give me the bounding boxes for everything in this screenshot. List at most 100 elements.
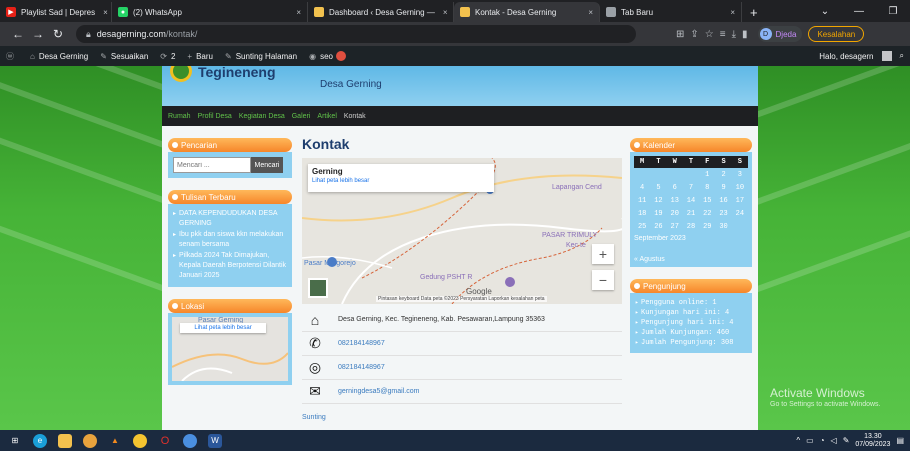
windows-taskbar: ⊞ e ▲ O W ^ ▭ ◔ ◁ ✎ 13.30 07/09/2023 ▤: [0, 430, 910, 451]
chevron-up-icon[interactable]: ^: [796, 436, 800, 445]
search-input[interactable]: [173, 157, 251, 173]
account-greeting[interactable]: Halo, desagern: [819, 52, 873, 61]
share-icon[interactable]: ⇪: [690, 29, 698, 40]
side-panel-icon[interactable]: ▮: [742, 29, 748, 40]
url-host: desagerning.com: [96, 29, 166, 39]
calendar-day: 30: [719, 222, 728, 231]
pen-icon[interactable]: ✎: [843, 436, 850, 445]
calendar-prev-link[interactable]: « Agustus: [634, 256, 748, 263]
calendar-weekday: M: [634, 156, 651, 168]
new-label: Baru: [196, 51, 213, 61]
satellite-toggle[interactable]: [308, 278, 328, 298]
calendar-day: 25: [637, 222, 647, 231]
right-sidebar: Kalender MTWTFSS 1 2 3 4 5 6 7 8 9 10 11 12 13 14 15 16…: [630, 138, 752, 353]
reload-icon[interactable]: ↻: [48, 27, 68, 41]
browser-tab[interactable]: ● (2) WhatsApp ×: [112, 2, 308, 22]
search-icon[interactable]: ⌕: [900, 51, 904, 61]
recent-post-link[interactable]: DATA KEPENDUDUKAN DESA GERNING: [173, 209, 287, 229]
seo-button[interactable]: ◉ seo: [309, 51, 346, 61]
windows-start-icon[interactable]: ⊞: [8, 434, 22, 448]
avatar[interactable]: [881, 51, 892, 61]
edit-page-button[interactable]: ✎ Sunting Halaman: [225, 52, 297, 61]
opera-icon[interactable]: O: [158, 434, 172, 448]
chrome-icon[interactable]: [83, 433, 97, 448]
customize-button[interactable]: ✎ Sesuaikan: [100, 52, 148, 61]
site-name-button[interactable]: ⌂ Desa Gerning: [30, 52, 88, 61]
restore-icon[interactable]: ❐: [876, 6, 910, 17]
close-icon[interactable]: ×: [435, 8, 448, 17]
updates-button[interactable]: ⟳ 2: [160, 52, 175, 61]
nav-item-artikel[interactable]: Artikel: [317, 113, 336, 120]
close-icon[interactable]: ×: [95, 8, 108, 17]
back-icon[interactable]: ←: [8, 27, 28, 41]
recent-post-link[interactable]: Pilkada 2024 Tak Dimajukan, Kepala Daera…: [173, 251, 287, 281]
browser-tab-active[interactable]: Kontak - Desa Gerning ×: [454, 2, 600, 22]
speaker-icon[interactable]: ◁: [831, 436, 837, 445]
clock[interactable]: 13.30 07/09/2023: [855, 433, 890, 449]
site-logo[interactable]: [170, 66, 192, 82]
calendar-day: 14: [686, 196, 696, 205]
download-icon[interactable]: ⤓: [732, 29, 736, 40]
updates-icon: ⟳: [160, 51, 167, 61]
chrome-profile-icon[interactable]: [133, 433, 147, 448]
larger-map-link[interactable]: Lihat peta lebih besar: [312, 178, 490, 184]
edge-icon[interactable]: e: [33, 433, 47, 448]
browser-tab[interactable]: Dashboard ‹ Desa Gerning — ×: [308, 2, 454, 22]
close-icon[interactable]: ×: [580, 8, 593, 17]
wordpress-icon: ⓦ: [6, 51, 14, 61]
error-button[interactable]: Kesalahan: [808, 26, 865, 42]
browser-tab[interactable]: ▶ Playlist Sad | Depres ×: [0, 2, 112, 22]
widget-title: Kalender: [630, 138, 752, 152]
calendar-day: 3: [737, 170, 742, 179]
zoom-in-button[interactable]: +: [592, 244, 614, 264]
map-label: Pasar Margorejo: [304, 260, 356, 267]
close-icon[interactable]: ×: [722, 8, 735, 17]
notification-icon[interactable]: ▤: [896, 436, 904, 445]
nav-item-profil-desa[interactable]: Profil Desa: [198, 113, 232, 120]
translate-icon[interactable]: ⊞: [676, 29, 684, 40]
map-label: PASAR TRIMULY: [542, 232, 598, 239]
google-map[interactable]: Gerning Lihat peta lebih besar Lapangan …: [302, 158, 622, 304]
battery-icon[interactable]: ▭: [806, 436, 814, 445]
mini-map[interactable]: Pasar Gerning Lihat peta lebih besar: [172, 317, 288, 381]
new-content-button[interactable]: + Baru: [187, 52, 213, 61]
vlc-icon[interactable]: ▲: [108, 434, 122, 448]
phone-link[interactable]: 082184148967: [338, 340, 385, 347]
calendar-weekday: S: [731, 156, 748, 168]
browser-tab[interactable]: Tab Baru ×: [600, 2, 742, 22]
new-tab-button[interactable]: +: [742, 2, 766, 22]
search-button[interactable]: Mencari: [251, 157, 283, 173]
calendar-day: 8: [705, 183, 710, 192]
zoom-out-button[interactable]: −: [592, 270, 614, 290]
forward-icon[interactable]: →: [28, 27, 48, 41]
recent-post-link[interactable]: Ibu pkk dan siswa kkn melakukan senam be…: [173, 230, 287, 250]
star-icon[interactable]: ☆: [705, 29, 714, 40]
nav-item-kontak[interactable]: Kontak: [344, 113, 366, 120]
wp-logo-button[interactable]: ⓦ: [6, 51, 18, 62]
mini-map-link[interactable]: Lihat peta lebih besar: [180, 323, 266, 333]
site-container: Tegineneng Desa Gerning Rumah Profil Des…: [162, 66, 758, 430]
calendar-weekday: F: [699, 156, 716, 168]
network-icon[interactable]: ◔: [820, 436, 825, 445]
phone-icon: ✆: [309, 335, 321, 351]
nav-item-kegiatan-desa[interactable]: Kegiatan Desa: [239, 113, 285, 120]
address-bar[interactable]: 🔒︎ desagerning.com/kontak/: [76, 25, 636, 43]
whatsapp-link[interactable]: 082184148967: [338, 364, 385, 371]
reading-list-icon[interactable]: ≡: [720, 29, 726, 40]
word-icon[interactable]: W: [208, 433, 222, 448]
site-title[interactable]: Tegineneng: [198, 66, 276, 80]
nav-item-galeri[interactable]: Galeri: [292, 113, 311, 120]
profile-button[interactable]: D Djeda: [757, 26, 803, 42]
tab-title: Tab Baru: [621, 7, 654, 17]
chrome-active-icon[interactable]: [183, 433, 197, 448]
tab-search-icon[interactable]: ⌄: [808, 6, 842, 17]
map-attribution[interactable]: Pintasan keyboard Data peta ©2023 Persya…: [376, 296, 547, 302]
minimize-icon[interactable]: —: [842, 6, 876, 17]
email-link[interactable]: gerningdesa5@gmail.com: [338, 388, 419, 395]
nav-item-rumah[interactable]: Rumah: [168, 113, 191, 120]
lock-icon[interactable]: 🔒︎: [86, 29, 91, 40]
file-explorer-icon[interactable]: [58, 433, 72, 448]
email-icon: ✉: [309, 383, 321, 399]
close-icon[interactable]: ×: [288, 8, 301, 17]
edit-link[interactable]: Sunting: [302, 414, 622, 421]
